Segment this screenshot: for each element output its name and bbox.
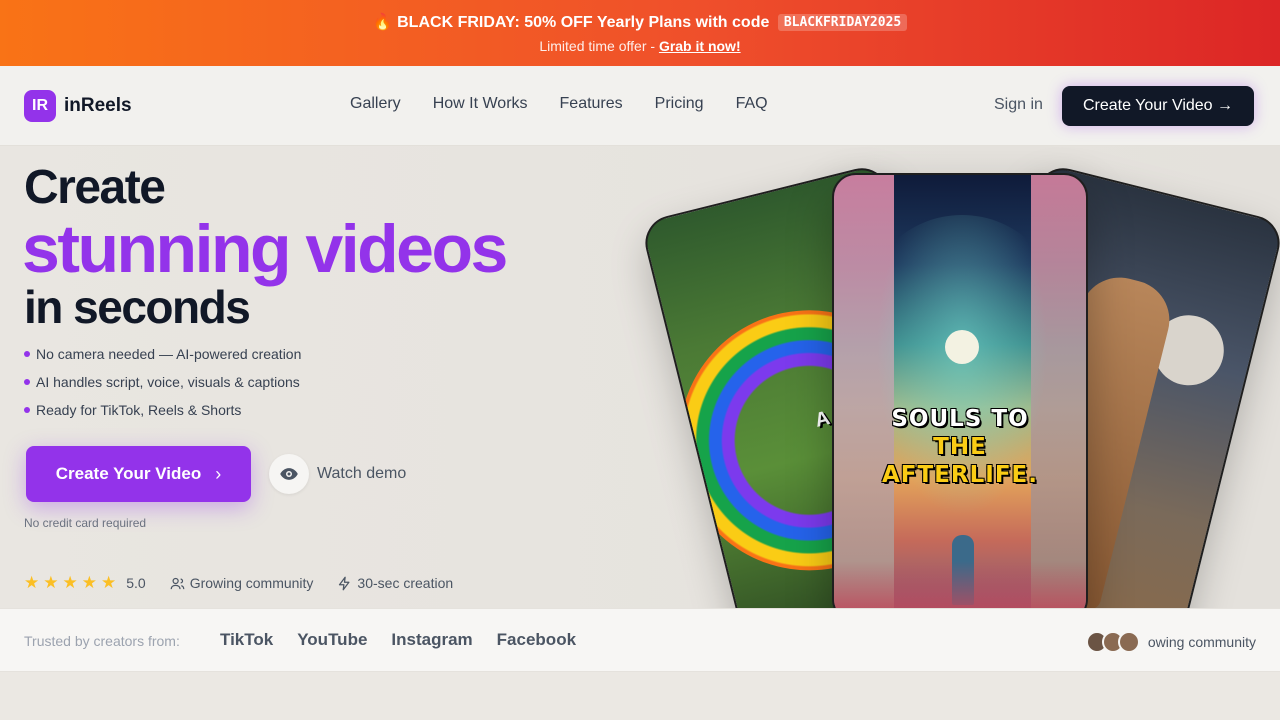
community-stat: Growing community xyxy=(170,575,314,591)
platform-tiktok: TikTok xyxy=(220,630,274,649)
promo-subtext: Limited time offer - xyxy=(539,38,659,54)
center-video-caption: SOULS TO THE AFTERLIFE. xyxy=(834,405,1086,489)
promo-banner: 🔥 BLACK FRIDAY: 50% OFF Yearly Plans wit… xyxy=(0,0,1280,66)
nav-create-video-button[interactable]: Create Your Video → xyxy=(1062,86,1254,126)
feature-bullet: AI handles script, voice, visuals & capt… xyxy=(24,373,301,401)
chevron-right-icon: › xyxy=(215,463,222,484)
platform-facebook: Facebook xyxy=(496,630,577,649)
community-label: owing community xyxy=(1147,634,1256,650)
logo-mark: IR xyxy=(24,90,56,122)
platform-instagram: Instagram xyxy=(391,630,473,649)
avatar xyxy=(1117,631,1140,653)
nav-link-how-it-works[interactable]: How It Works xyxy=(433,95,528,113)
logo[interactable]: IR inReels xyxy=(24,90,132,122)
users-icon xyxy=(170,577,185,589)
glow-arch-image xyxy=(862,215,1062,545)
promo-subline: Limited time offer - Grab it now! xyxy=(0,38,1280,54)
no-credit-card-note: No credit card required xyxy=(24,516,147,530)
caption-line: SOULS TO xyxy=(891,406,1029,432)
hero-stats: ★ ★ ★ ★ ★ 5.0 Growing community 30-sec c… xyxy=(24,573,477,593)
watch-demo-button[interactable]: Watch demo xyxy=(269,454,406,494)
nav-links: Gallery How It Works Features Pricing FA… xyxy=(350,95,768,113)
community-stat-label: Growing community xyxy=(189,575,314,591)
nav-link-faq[interactable]: FAQ xyxy=(736,95,768,113)
feature-bullets: No camera needed — AI-powered creation A… xyxy=(24,345,301,429)
star-icon: ★ xyxy=(43,573,59,592)
caption-line: THE xyxy=(933,434,987,460)
star-icon: ★ xyxy=(81,573,97,592)
feature-bullet: Ready for TikTok, Reels & Shorts xyxy=(24,401,301,429)
community-badge: owing community xyxy=(1085,631,1256,653)
sign-in-link[interactable]: Sign in xyxy=(994,96,1043,114)
sun-image xyxy=(945,330,979,364)
logo-text: inReels xyxy=(64,95,132,116)
nav-link-gallery[interactable]: Gallery xyxy=(350,95,401,113)
watch-demo-label: Watch demo xyxy=(317,465,407,482)
promo-grab-link[interactable]: Grab it now! xyxy=(659,38,741,54)
hero-title-line1: Create xyxy=(24,161,166,214)
caption-line: AFTERLIFE. xyxy=(882,462,1038,488)
fire-icon: 🔥 xyxy=(372,14,393,31)
nav-link-features[interactable]: Features xyxy=(560,95,623,113)
phone-preview-center: SOULS TO THE AFTERLIFE. xyxy=(832,173,1088,623)
creation-stat-label: 30-sec creation xyxy=(357,575,454,591)
rating-value: 5.0 xyxy=(126,575,146,591)
avatar-group xyxy=(1085,631,1140,653)
hero-cta-label: Create Your Video xyxy=(55,464,202,483)
nav-link-pricing[interactable]: Pricing xyxy=(655,95,704,113)
star-icon: ★ xyxy=(62,573,78,592)
platform-list: TikTok YouTube Instagram Facebook xyxy=(220,630,576,650)
star-icon: ★ xyxy=(24,573,40,592)
feature-bullet: No camera needed — AI-powered creation xyxy=(24,345,301,373)
star-icon: ★ xyxy=(101,573,117,592)
trusted-label: Trusted by creators from: xyxy=(24,633,180,649)
promo-headline-text: BLACK FRIDAY: 50% OFF Yearly Plans with … xyxy=(397,14,770,31)
hero-create-video-button[interactable]: Create Your Video › xyxy=(26,446,251,502)
trusted-by-strip: Trusted by creators from: TikTok YouTube… xyxy=(0,608,1280,672)
eye-icon xyxy=(269,454,309,494)
top-navigation: IR inReels Gallery How It Works Features… xyxy=(0,66,1280,146)
platform-youtube: YouTube xyxy=(297,630,368,649)
promo-headline: 🔥 BLACK FRIDAY: 50% OFF Yearly Plans wit… xyxy=(0,12,1280,32)
next-section xyxy=(0,672,1280,720)
promo-code: BLACKFRIDAY2025 xyxy=(777,14,908,31)
hero-title-highlight: stunning videos xyxy=(22,211,508,287)
lightning-icon xyxy=(339,576,350,590)
hero-title-line3: in seconds xyxy=(24,281,251,333)
creation-stat: 30-sec creation xyxy=(337,575,453,591)
